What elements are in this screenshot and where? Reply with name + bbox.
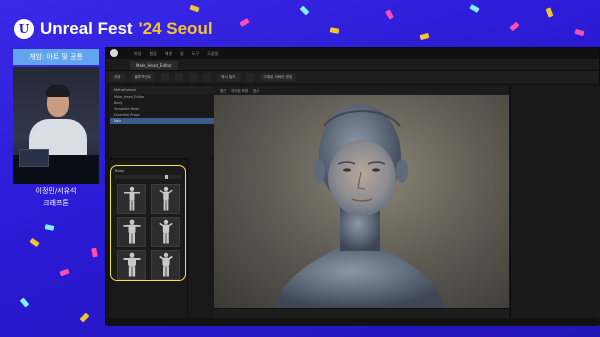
- body-thumb[interactable]: [117, 217, 146, 247]
- unreal-logo-icon: U: [14, 19, 34, 39]
- mesh-build-button[interactable]: 메시 빌드: [217, 73, 240, 81]
- speaker-camera: [13, 67, 99, 184]
- document-tab-bar: Male_Head_Editor: [106, 59, 599, 71]
- event-banner: U Unreal Fest '24 Seoul: [14, 14, 213, 44]
- menu-tools[interactable]: 도구: [192, 51, 199, 57]
- toolbar-button-6[interactable]: [203, 73, 212, 81]
- slider-knob[interactable]: [165, 175, 168, 179]
- save-button[interactable]: 저장: [110, 73, 125, 81]
- menu-asset[interactable]: 에셋: [165, 51, 172, 57]
- menu-window[interactable]: 창: [180, 51, 184, 57]
- blueprint-button[interactable]: 블루프린트: [130, 73, 156, 81]
- event-title: Unreal Fest: [40, 19, 133, 38]
- desk-monitor: [19, 149, 49, 167]
- body-thumb[interactable]: [117, 184, 146, 214]
- toolbar-button-8[interactable]: [245, 73, 254, 81]
- details-column: [187, 156, 212, 322]
- menu-edit[interactable]: 편집: [149, 51, 156, 57]
- body-panel-title: Body: [115, 169, 125, 173]
- body-thumb[interactable]: [151, 184, 180, 214]
- body-thumb[interactable]: [117, 250, 146, 280]
- session-track-badge: 게임: 아트 및 공통: [13, 49, 99, 65]
- event-title-accent: '24 Seoul: [138, 19, 213, 38]
- toolbar-button-5[interactable]: [189, 73, 198, 81]
- menu-bar: 파일 편집 에셋 창 도구 도움말: [106, 48, 599, 59]
- status-bar: [106, 318, 599, 326]
- speaker-hair: [46, 85, 70, 97]
- editor-toolbar: 저장 블루프린트 메시 빌드 고정된 아바타 편집: [106, 71, 599, 83]
- outliner-title: MetaHuman: [110, 86, 214, 94]
- 3d-viewport[interactable]: 원근 라이팅 포함 표시: [214, 86, 509, 308]
- toolbar-button-4[interactable]: [175, 73, 184, 81]
- unreal-editor-window: 파일 편집 에셋 창 도구 도움말 Male_Head_Editor 저장 블루…: [105, 47, 600, 326]
- metahuman-head-render: [274, 104, 446, 308]
- body-panel-slider[interactable]: [115, 175, 181, 179]
- body-type-panel: Body: [110, 165, 186, 281]
- unreal-engine-icon: [110, 49, 118, 57]
- document-tab[interactable]: Male_Head_Editor: [130, 61, 178, 70]
- tree-item-selected[interactable]: Hair: [110, 118, 214, 124]
- toolbar-button-3[interactable]: [161, 73, 170, 81]
- body-thumb[interactable]: [151, 250, 180, 280]
- fixed-avatar-edit-button[interactable]: 고정된 아바타 편집: [259, 73, 297, 81]
- body-thumb[interactable]: [151, 217, 180, 247]
- details-panel: [510, 86, 600, 322]
- speaker-org: 크래프톤: [43, 199, 69, 207]
- speaker-name: 이정민/서유석: [35, 187, 77, 195]
- menu-file[interactable]: 파일: [134, 51, 141, 57]
- menu-help[interactable]: 도움말: [207, 51, 218, 57]
